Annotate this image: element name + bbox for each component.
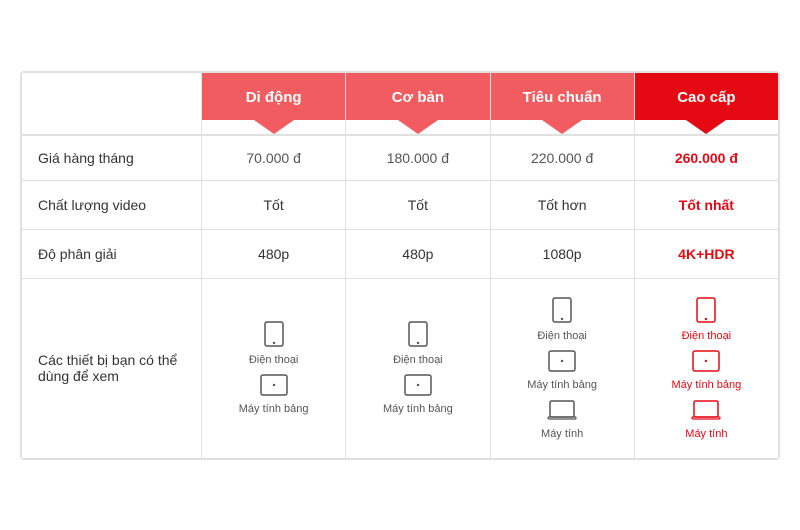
quality-premium: Tốt nhất [634, 180, 778, 229]
phone-icon-basic [407, 321, 429, 351]
premium-badge: Cao cấp [635, 73, 778, 120]
resolution-row: Độ phân giải 480p 480p 1080p 4K+HDR [22, 229, 779, 278]
resolution-mobile: 480p [202, 229, 346, 278]
mobile-label: Di động [246, 89, 302, 106]
standard-badge: Tiêu chuẩn [491, 73, 634, 120]
tablet-basic: Máy tính bảng [383, 374, 453, 415]
price-mobile: 70.000 đ [202, 135, 346, 181]
phone-mobile: Điện thoại [249, 321, 299, 366]
devices-mobile: Điện thoại Máy tính bảng [202, 278, 346, 458]
phone-premium: Điện thoại [682, 297, 732, 342]
devices-basic: Điện thoại Máy tính bảng [346, 278, 490, 458]
laptop-premium: Máy tính [685, 399, 727, 440]
resolution-standard: 1080p [490, 229, 634, 278]
resolution-basic: 480p [346, 229, 490, 278]
price-basic: 180.000 đ [346, 135, 490, 181]
tablet-icon-basic [404, 374, 432, 400]
price-label: Giá hàng tháng [22, 135, 202, 181]
resolution-label: Độ phân giải [22, 229, 202, 278]
standard-label: Tiêu chuẩn [523, 89, 602, 106]
tablet-mobile: Máy tính bảng [239, 374, 309, 415]
quality-standard: Tốt hơn [490, 180, 634, 229]
comparison-table: Di động Cơ bản Tiêu chuẩn [20, 71, 780, 460]
col-standard-header: Tiêu chuẩn [490, 72, 634, 135]
quality-basic: Tốt [346, 180, 490, 229]
devices-row: Các thiết bị bạn có thể dùng để xem [22, 278, 779, 458]
premium-label: Cao cấp [677, 89, 735, 106]
phone-icon-premium [695, 297, 717, 327]
devices-premium: Điện thoại Máy tính bảng [634, 278, 778, 458]
col-mobile-header: Di động [202, 72, 346, 135]
col-basic-header: Cơ bản [346, 72, 490, 135]
col-premium-header: Cao cấp [634, 72, 778, 135]
quality-mobile: Tốt [202, 180, 346, 229]
tablet-premium: Máy tính bảng [672, 350, 742, 391]
mobile-badge: Di động [202, 73, 345, 120]
phone-icon [263, 321, 285, 351]
basic-label: Cơ bản [392, 89, 444, 106]
tablet-icon-premium [692, 350, 720, 376]
price-standard: 220.000 đ [490, 135, 634, 181]
tablet-icon [260, 374, 288, 400]
basic-badge: Cơ bản [346, 73, 489, 120]
price-row: Giá hàng tháng 70.000 đ 180.000 đ 220.00… [22, 135, 779, 181]
quality-row: Chất lượng video Tốt Tốt Tốt hơn Tốt nhấ… [22, 180, 779, 229]
devices-label: Các thiết bị bạn có thể dùng để xem [22, 278, 202, 458]
phone-standard: Điện thoại [537, 297, 587, 342]
devices-standard: Điện thoại Máy tính bảng [490, 278, 634, 458]
tablet-icon-standard [548, 350, 576, 376]
laptop-standard: Máy tính [541, 399, 583, 440]
laptop-icon-premium [691, 399, 721, 425]
quality-label: Chất lượng video [22, 180, 202, 229]
empty-header [22, 72, 202, 135]
phone-basic: Điện thoại [393, 321, 443, 366]
tablet-standard: Máy tính bảng [527, 350, 597, 391]
laptop-icon-standard [547, 399, 577, 425]
resolution-premium: 4K+HDR [634, 229, 778, 278]
price-premium: 260.000 đ [634, 135, 778, 181]
phone-icon-standard [551, 297, 573, 327]
